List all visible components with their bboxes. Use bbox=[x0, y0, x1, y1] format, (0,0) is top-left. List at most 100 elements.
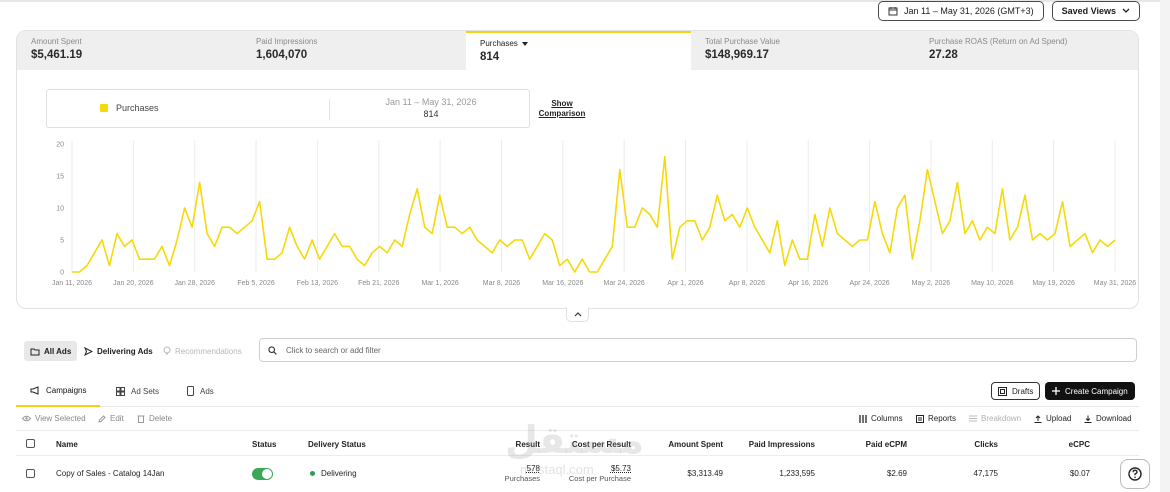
clicks-cell: 47,175 bbox=[973, 469, 998, 478]
show-comparison-label: Show Comparison bbox=[538, 99, 586, 118]
question-icon bbox=[1128, 467, 1142, 481]
eye-icon bbox=[22, 415, 31, 422]
drafts-button[interactable]: Drafts bbox=[991, 382, 1041, 400]
paid-impressions-cell: 1,233,595 bbox=[779, 469, 815, 478]
column-delivery-status[interactable]: Delivery Status bbox=[308, 440, 366, 449]
table-tabs: Campaigns Ad Sets Ads Drafts Create Camp… bbox=[16, 375, 1139, 407]
saved-views-dropdown[interactable]: Saved Views bbox=[1051, 1, 1140, 21]
tab-campaigns[interactable]: Campaigns bbox=[16, 375, 101, 407]
create-campaign-label: Create Campaign bbox=[1065, 386, 1128, 396]
tab-ads-label: Ads bbox=[200, 386, 214, 396]
metric-label: Total Purchase Value bbox=[705, 37, 781, 46]
delete-action[interactable]: Delete bbox=[137, 414, 172, 423]
campaign-name[interactable]: Copy of Sales - Catalog 14Jan bbox=[56, 469, 165, 478]
status-toggle[interactable] bbox=[252, 468, 273, 480]
delete-label: Delete bbox=[149, 414, 173, 423]
create-campaign-button[interactable]: Create Campaign bbox=[1045, 382, 1135, 400]
upload-action[interactable]: Upload bbox=[1034, 414, 1071, 423]
metric-amount-spent[interactable]: Amount Spent $5,461.19 bbox=[17, 31, 242, 70]
reports-label: Reports bbox=[928, 414, 957, 423]
row-checkbox[interactable] bbox=[26, 469, 35, 478]
show-comparison-link[interactable]: Show Comparison bbox=[537, 99, 587, 119]
metric-label: Paid Impressions bbox=[256, 37, 318, 46]
reports-action[interactable]: Reports bbox=[916, 414, 956, 423]
download-action[interactable]: Download bbox=[1084, 414, 1132, 423]
chevron-up-icon bbox=[574, 312, 581, 317]
trash-icon bbox=[137, 415, 145, 423]
metric-tabs: Amount Spent $5,461.19 Paid Impressions … bbox=[17, 31, 1138, 71]
tab-campaigns-label: Campaigns bbox=[46, 385, 87, 395]
column-status[interactable]: Status bbox=[252, 440, 276, 449]
column-amount-spent[interactable]: Amount Spent bbox=[668, 440, 723, 449]
tab-ads[interactable]: Ads bbox=[187, 375, 214, 407]
tab-recommendations-label: Recommendations bbox=[175, 346, 242, 356]
tab-recommendations[interactable]: Recommendations bbox=[157, 341, 248, 361]
help-button[interactable] bbox=[1120, 459, 1150, 489]
metric-label-text: Purchases bbox=[480, 39, 518, 48]
paid-ecpm-cell: $2.69 bbox=[886, 469, 907, 478]
y-tick-label: 5 bbox=[60, 238, 64, 245]
delivering-dot bbox=[310, 471, 315, 477]
column-paid-impressions[interactable]: Paid Impressions bbox=[749, 440, 815, 449]
phone-icon bbox=[187, 386, 194, 396]
legend-series-name: Purchases bbox=[116, 103, 159, 113]
metric-purchases[interactable]: Purchases 814 bbox=[466, 31, 691, 71]
metric-value: $148,969.17 bbox=[705, 49, 769, 61]
x-tick-label: Feb 21, 2026 bbox=[358, 280, 399, 287]
metric-total-purchase-value[interactable]: Total Purchase Value $148,969.17 bbox=[691, 31, 916, 70]
metric-purchase-roas[interactable]: Purchase ROAS (Return on Ad Spend) 27.28 bbox=[915, 31, 1138, 70]
drafts-icon bbox=[998, 386, 1007, 396]
download-icon bbox=[1084, 415, 1092, 423]
x-tick-label: Apr 24, 2026 bbox=[850, 280, 890, 287]
tab-all-ads[interactable]: All Ads bbox=[24, 341, 78, 361]
x-tick-label: Jan 11, 2026 bbox=[52, 280, 92, 287]
y-tick-label: 15 bbox=[56, 174, 64, 181]
collapse-chart-toggle[interactable] bbox=[566, 307, 589, 322]
columns-action[interactable]: Columns bbox=[859, 414, 903, 423]
view-selected-action[interactable]: View Selected bbox=[22, 414, 86, 423]
search-placeholder: Click to search or add filter bbox=[286, 345, 381, 355]
tab-all-ads-label: All Ads bbox=[44, 346, 72, 356]
column-ecpc[interactable]: eCPC bbox=[1069, 440, 1090, 449]
metric-value: $5,461.19 bbox=[31, 49, 83, 61]
column-name[interactable]: Name bbox=[56, 440, 78, 449]
filter-bar: All Ads Delivering Ads Recommendations C… bbox=[16, 333, 1139, 369]
search-icon bbox=[268, 345, 277, 355]
series-line-purchases bbox=[72, 155, 1116, 273]
amount-spent-cell: $3,313.49 bbox=[687, 469, 723, 478]
metric-value: 1,604,070 bbox=[256, 49, 308, 61]
x-tick-label: Jan 28, 2026 bbox=[174, 280, 215, 287]
column-paid-ecpm[interactable]: Paid eCPM bbox=[866, 440, 907, 449]
purchases-line-chart: Jan 11, 2026 Jan 20, 2026 Jan 28, 2026 Feb … bbox=[52, 140, 1136, 287]
edit-action[interactable]: Edit bbox=[98, 414, 124, 423]
x-tick-label: Apr 1, 2026 bbox=[667, 280, 703, 287]
metric-label: Purchases bbox=[480, 39, 691, 48]
metric-value: 27.28 bbox=[929, 49, 958, 61]
delivery-status: Delivering bbox=[310, 469, 357, 478]
reports-icon bbox=[916, 414, 924, 423]
search-input[interactable]: Click to search or add filter bbox=[259, 338, 1137, 362]
x-tick-label: Apr 16, 2026 bbox=[788, 280, 828, 287]
select-all-checkbox[interactable] bbox=[26, 439, 35, 448]
page-scrollbar[interactable] bbox=[1160, 0, 1170, 492]
chart-legend: Purchases Jan 11 – May 31, 2026 814 bbox=[46, 89, 530, 128]
legend-date-range: Jan 11 – May 31, 2026 bbox=[385, 97, 477, 107]
calendar-icon bbox=[888, 7, 898, 16]
tab-ad-sets[interactable]: Ad Sets bbox=[116, 375, 159, 407]
metrics-card: Amount Spent $5,461.19 Paid Impressions … bbox=[16, 30, 1139, 309]
tab-delivering-ads[interactable]: Delivering Ads bbox=[78, 341, 159, 361]
date-range-picker[interactable]: Jan 11 – May 31, 2026 (GMT+3) bbox=[877, 1, 1044, 21]
metric-value: 814 bbox=[480, 51, 500, 63]
plus-icon bbox=[1052, 387, 1060, 395]
x-tick-label: May 10, 2026 bbox=[971, 280, 1014, 287]
view-selected-label: View Selected bbox=[35, 414, 86, 423]
metric-paid-impressions[interactable]: Paid Impressions 1,604,070 bbox=[242, 31, 467, 70]
column-clicks[interactable]: Clicks bbox=[974, 440, 998, 449]
x-tick-label: Jan 20, 2026 bbox=[113, 280, 154, 287]
upload-label: Upload bbox=[1046, 414, 1072, 423]
send-icon bbox=[84, 346, 93, 356]
watermark-logo: مستقل bbox=[505, 418, 644, 462]
breakdown-action[interactable]: Breakdown bbox=[969, 414, 1021, 423]
breakdown-label: Breakdown bbox=[981, 414, 1022, 423]
metric-label: Purchase ROAS (Return on Ad Spend) bbox=[929, 37, 1068, 46]
